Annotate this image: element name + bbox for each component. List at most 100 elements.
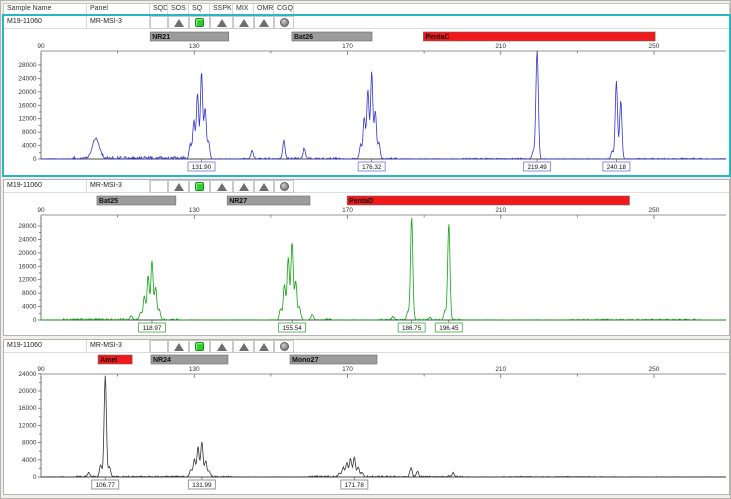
sample-panel-2[interactable]: M19-11060 MR-MSI-3 Bat25NR27PentaD901301… bbox=[3, 179, 730, 336]
marker-label: Bat25 bbox=[99, 198, 118, 205]
panel-cell[interactable]: MR-MSI-3 bbox=[87, 16, 150, 28]
flag-cell-sqd[interactable] bbox=[150, 16, 168, 29]
header-sample-name[interactable]: Sample Name bbox=[4, 4, 87, 14]
header-sspk[interactable]: SSPK bbox=[210, 4, 233, 14]
electropherogram-chart[interactable]: NR21Bat26PentaC9013017021025004000800012… bbox=[4, 29, 731, 177]
warning-triangle-icon bbox=[174, 19, 184, 27]
header-mix[interactable]: MIX bbox=[233, 4, 254, 14]
panel-name: MR-MSI-3 bbox=[90, 342, 122, 349]
status-circle-icon bbox=[280, 18, 289, 27]
sample-name-cell[interactable]: M19-11060 bbox=[4, 180, 87, 192]
peak-size-label: 131.99 bbox=[192, 482, 212, 489]
flag-cell-sq[interactable] bbox=[189, 180, 210, 193]
warning-triangle-icon bbox=[239, 343, 249, 351]
flag-cell-omr[interactable] bbox=[254, 340, 274, 353]
header-cgq[interactable]: CGQ bbox=[274, 4, 294, 14]
header-filler bbox=[294, 4, 729, 14]
electropherogram-chart[interactable]: Bat25NR27PentaD9013017021025004000800012… bbox=[4, 193, 731, 337]
flag-cells bbox=[150, 180, 294, 192]
flag-cell-sos[interactable] bbox=[168, 340, 189, 353]
flag-cell-sspk[interactable] bbox=[210, 16, 233, 29]
y-tick-label: 4000 bbox=[22, 304, 37, 311]
y-tick-label: 12000 bbox=[18, 277, 36, 284]
electropherogram-trace bbox=[41, 376, 726, 477]
warning-triangle-icon bbox=[259, 183, 269, 191]
electropherogram-trace bbox=[41, 51, 726, 159]
x-tick-label: 250 bbox=[649, 43, 660, 50]
sample-row: M19-11060 MR-MSI-3 bbox=[4, 180, 729, 193]
sample-name-cell[interactable]: M19-11060 bbox=[4, 340, 87, 352]
sample-row: M19-11060 MR-MSI-3 bbox=[4, 16, 729, 29]
sample-name-cell[interactable]: M19-11060 bbox=[4, 16, 87, 28]
peak-size-label: 131.90 bbox=[192, 164, 212, 171]
warning-triangle-icon bbox=[217, 343, 227, 351]
table-header: Sample Name Panel SQD SOS SQ SSPK MIX OM… bbox=[3, 3, 730, 15]
header-panel[interactable]: Panel bbox=[87, 4, 150, 14]
x-tick-label: 90 bbox=[37, 207, 45, 214]
electropherogram-chart[interactable]: AmelNR24Mono2790130170210250040008000120… bbox=[4, 353, 731, 496]
flag-cell-sqd[interactable] bbox=[150, 340, 168, 353]
y-tick-label: 24000 bbox=[18, 236, 36, 243]
y-tick-label: 12000 bbox=[18, 116, 36, 123]
flag-cell-mix[interactable] bbox=[233, 180, 254, 193]
header-omr[interactable]: OMR bbox=[254, 4, 274, 14]
peak-size-label: 240.18 bbox=[607, 164, 627, 171]
y-tick-label: 20000 bbox=[18, 250, 36, 257]
x-tick-label: 170 bbox=[342, 43, 353, 50]
header-sq[interactable]: SQ bbox=[189, 4, 210, 14]
flag-cell-sq[interactable] bbox=[189, 16, 210, 29]
flag-cell-cgq[interactable] bbox=[274, 340, 294, 353]
y-tick-label: 16000 bbox=[18, 263, 36, 270]
flag-cell-omr[interactable] bbox=[254, 16, 274, 29]
flag-cell-sqd[interactable] bbox=[150, 180, 168, 193]
flag-cell-mix[interactable] bbox=[233, 340, 254, 353]
y-tick-label: 20000 bbox=[18, 89, 36, 96]
flag-cell-cgq[interactable] bbox=[274, 16, 294, 29]
y-tick-label: 16000 bbox=[18, 102, 36, 109]
warning-triangle-icon bbox=[174, 183, 184, 191]
y-tick-label: 0 bbox=[33, 317, 37, 324]
flag-cell-omr[interactable] bbox=[254, 180, 274, 193]
marker-label: PentaC bbox=[425, 34, 449, 41]
flag-cell-sspk[interactable] bbox=[210, 180, 233, 193]
panel-name: MR-MSI-3 bbox=[90, 182, 122, 189]
marker-label: NR21 bbox=[152, 34, 170, 41]
quality-pass-square-icon bbox=[195, 182, 204, 191]
status-circle-icon bbox=[280, 342, 289, 351]
peak-size-label: 106.77 bbox=[96, 482, 116, 489]
marker-label: Bat26 bbox=[294, 34, 313, 41]
header-sos[interactable]: SOS bbox=[168, 4, 189, 14]
header-sqd[interactable]: SQD bbox=[150, 4, 168, 14]
marker-bar-pentad[interactable] bbox=[347, 196, 629, 205]
flag-cell-sspk[interactable] bbox=[210, 340, 233, 353]
x-tick-label: 90 bbox=[37, 43, 45, 50]
flag-cell-sq[interactable] bbox=[189, 340, 210, 353]
sample-name: M19-11060 bbox=[7, 18, 42, 25]
flag-cell-sos[interactable] bbox=[168, 16, 189, 29]
flag-cell-mix[interactable] bbox=[233, 16, 254, 29]
sample-panel-3[interactable]: M19-11060 MR-MSI-3 AmelNR24Mono279013017… bbox=[3, 339, 730, 495]
x-tick-label: 130 bbox=[189, 43, 200, 50]
peak-size-label: 155.54 bbox=[282, 325, 302, 332]
panel-cell[interactable]: MR-MSI-3 bbox=[87, 340, 150, 352]
quality-pass-square-icon bbox=[195, 342, 204, 351]
sample-row: M19-11060 MR-MSI-3 bbox=[4, 340, 729, 353]
panel-cell[interactable]: MR-MSI-3 bbox=[87, 180, 150, 192]
peak-size-label: 118.97 bbox=[143, 325, 162, 332]
status-circle-icon bbox=[280, 182, 289, 191]
marker-bar-pentac[interactable] bbox=[423, 32, 655, 41]
warning-triangle-icon bbox=[217, 19, 227, 27]
flag-cell-sos[interactable] bbox=[168, 180, 189, 193]
panel-name: MR-MSI-3 bbox=[90, 18, 122, 25]
y-tick-label: 8000 bbox=[22, 440, 37, 447]
sample-panel-1[interactable]: M19-11060 MR-MSI-3 NR21 Bat26 PentaC 90 130 1… bbox=[3, 15, 730, 176]
warning-triangle-icon bbox=[259, 19, 269, 27]
peak-size-label: 176.32 bbox=[362, 164, 382, 171]
x-tick-label: 130 bbox=[189, 207, 200, 214]
sample-name: M19-11060 bbox=[7, 182, 42, 189]
sample-name: M19-11060 bbox=[7, 342, 42, 349]
marker-label: NR24 bbox=[153, 357, 171, 364]
y-tick-label: 16000 bbox=[18, 405, 36, 412]
flag-cell-cgq[interactable] bbox=[274, 180, 294, 193]
warning-triangle-icon bbox=[239, 19, 249, 27]
